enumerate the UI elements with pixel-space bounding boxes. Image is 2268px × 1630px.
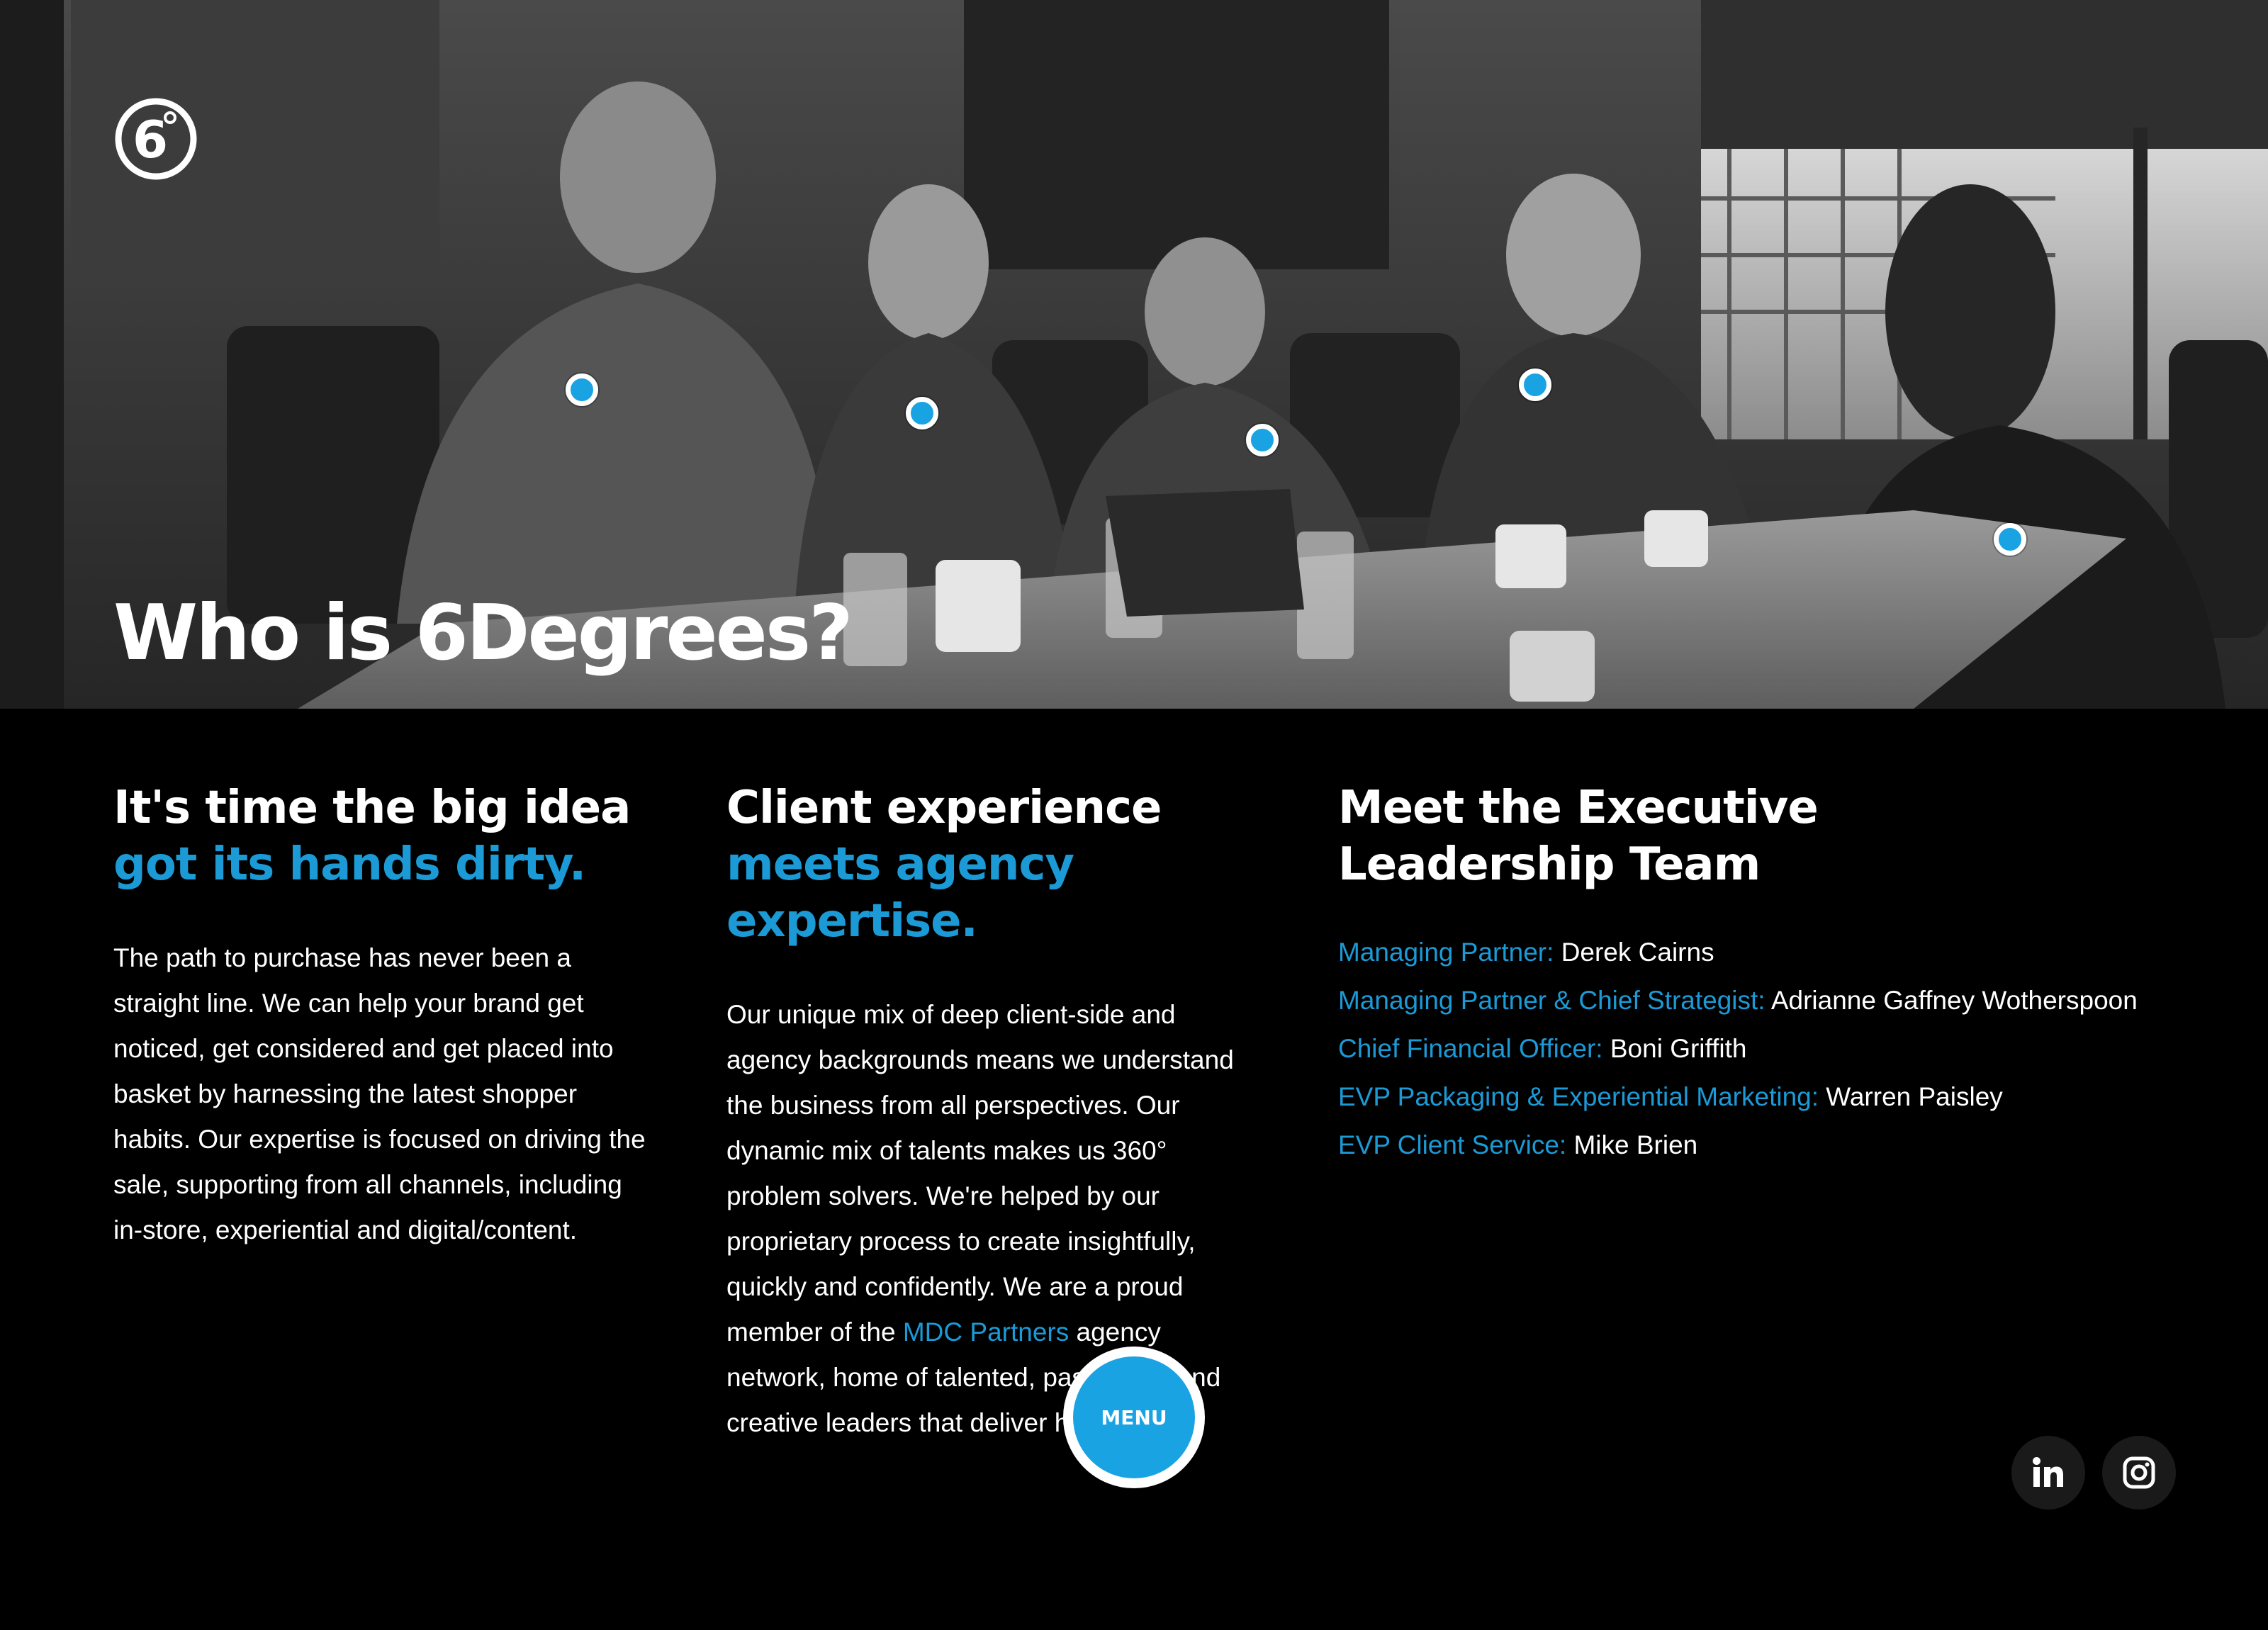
leadership-column: Meet the Executive Leadership Team Manag… [1338,780,2189,1169]
intro-heading: It's time the big idea got its hands dir… [113,780,652,893]
leader-role: Managing Partner: [1338,938,1554,967]
leader-item: Managing Partner & Chief Strategist: Adr… [1338,977,2189,1025]
intro-column: It's time the big idea got its hands dir… [113,780,652,1253]
mdc-partners-link[interactable]: MDC Partners [903,1317,1069,1347]
leadership-list: Managing Partner: Derek Cairns Managing … [1338,928,2189,1169]
linkedin-button[interactable] [2011,1436,2085,1510]
leader-name: Boni Griffith [1610,1034,1747,1063]
leader-name: Mike Brien [1573,1130,1698,1159]
client-experience-body-start: Our unique mix of deep client-side and a… [726,1000,1234,1347]
6degrees-logo-icon[interactable]: 6 [113,96,198,181]
intro-body: The path to purchase has never been a st… [113,943,646,1244]
menu-button[interactable]: MENU [1063,1347,1205,1488]
leader-item: EVP Packaging & Experiential Marketing: … [1338,1073,2189,1121]
intro-heading-accent: got its hands dirty. [113,838,586,891]
leader-name: Adrianne Gaffney Wotherspoon [1770,986,2138,1015]
instagram-button[interactable] [2102,1436,2176,1510]
client-experience-body-clip: Our unique mix of deep client-side and a… [726,992,1265,1630]
leader-item: Managing Partner: Derek Cairns [1338,928,2189,977]
leadership-heading-line-1: Meet the Executive [1338,782,1819,834]
leader-name: Derek Cairns [1561,938,1714,967]
hotspot-person-3[interactable] [1246,424,1279,456]
client-experience-heading-accent-1: meets agency [726,838,1074,891]
hotspot-person-2[interactable] [906,397,938,429]
client-experience-heading: Client experience meets agency expertise… [726,780,1265,950]
intro-heading-line: It's time the big idea [113,782,631,834]
leadership-heading-line-2: Leadership Team [1338,838,1761,891]
client-experience-heading-accent-2: expertise. [726,895,978,948]
leader-role: EVP Client Service: [1338,1130,1567,1159]
page-title: Who is 6Degrees? [113,589,853,678]
client-experience-heading-line: Client experience [726,782,1162,834]
leader-item: EVP Client Service: Mike Brien [1338,1121,2189,1169]
linkedin-icon [2033,1457,2063,1487]
client-experience-column: Client experience meets agency expertise… [726,780,1265,1630]
menu-label: MENU [1101,1405,1167,1429]
hotspot-person-1[interactable] [566,373,598,406]
hotspot-person-5[interactable] [1994,523,2026,556]
hotspot-person-4[interactable] [1519,369,1551,401]
leader-name: Warren Paisley [1826,1082,2003,1111]
svg-text:6: 6 [133,110,168,169]
leader-role: Chief Financial Officer: [1338,1034,1603,1063]
leader-role: EVP Packaging & Experiential Marketing: [1338,1082,1819,1111]
hero-banner: 6 Who is 6Degrees? [0,0,2268,709]
instagram-icon [2123,1456,2155,1489]
leader-role: Managing Partner & Chief Strategist: [1338,986,1765,1015]
leadership-heading: Meet the Executive Leadership Team [1338,780,2189,893]
leader-item: Chief Financial Officer: Boni Griffith [1338,1025,2189,1073]
